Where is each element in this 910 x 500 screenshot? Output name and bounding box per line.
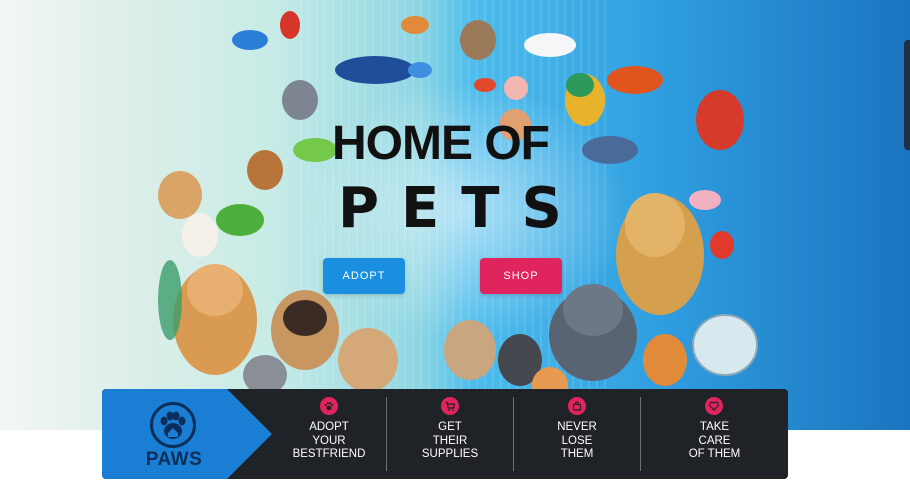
logo-block[interactable]: PAWS	[102, 389, 272, 479]
feature-take-care-label: TAKE CARE OF THEM	[688, 421, 741, 460]
heart-icon	[705, 397, 723, 415]
bag-icon	[568, 397, 586, 415]
fish-illustration	[401, 16, 429, 34]
axolotl-illustration	[689, 190, 721, 210]
adopt-button[interactable]: ADOPT	[323, 258, 405, 294]
pug2-illustration	[338, 328, 398, 392]
puppy-illustration	[158, 171, 202, 219]
feature-never-lose[interactable]: NEVER LOSE THEM	[514, 389, 640, 479]
feature-take-care[interactable]: TAKE CARE OF THEM	[641, 389, 788, 479]
bird-right-illustration	[408, 62, 432, 78]
macaw-illustration	[696, 90, 744, 150]
pink-bird-illustration	[504, 76, 528, 100]
cart-icon	[441, 397, 459, 415]
feature-adopt-label: ADOPT YOUR BESTFRIEND	[292, 421, 366, 460]
hero-banner: HOME OF PETS ADOPT SHOP	[0, 0, 910, 430]
pug3-illustration	[444, 320, 496, 380]
frog-illustration	[216, 204, 264, 236]
feature-adopt[interactable]: ADOPT YOUR BESTFRIEND	[272, 389, 386, 479]
poodle-illustration	[182, 213, 218, 257]
shop-button[interactable]: SHOP	[480, 258, 562, 294]
lizard-illustration	[293, 138, 337, 162]
feature-never-lose-label: NEVER LOSE THEM	[557, 421, 597, 460]
paw-house-icon	[150, 402, 196, 448]
gray-cat-illustration	[282, 80, 318, 120]
bird-gray-illustration	[582, 136, 638, 164]
feature-supplies-label: GET THEIR SUPPLIES	[421, 421, 479, 460]
parrot-red-illustration	[280, 11, 300, 39]
feature-bar: PAWS ADOPT YOUR BESTFRIEND GET THEIR SUP…	[102, 389, 788, 479]
bird-blue-illustration	[232, 30, 268, 50]
hero-title-line1: HOME OF	[332, 117, 550, 170]
tabby-cat-illustration	[460, 20, 496, 60]
plant-illustration	[158, 260, 182, 340]
fish-red-illustration	[474, 78, 496, 92]
feature-supplies[interactable]: GET THEIR SUPPLIES	[387, 389, 513, 479]
hero-title-line2: PETS	[338, 176, 584, 241]
dog-brown-illustration	[247, 150, 283, 190]
orange-cat-illustration	[643, 334, 687, 386]
parrot-orange-illustration	[607, 66, 663, 94]
bird-kingfisher-illustration	[335, 56, 415, 84]
logo-text: PAWS	[145, 449, 203, 470]
paw-icon	[320, 397, 338, 415]
dove-illustration	[524, 33, 576, 57]
parrot-small-red-illustration	[710, 231, 734, 259]
cage-illustration	[692, 314, 758, 376]
side-panel-tab[interactable]	[904, 40, 910, 150]
